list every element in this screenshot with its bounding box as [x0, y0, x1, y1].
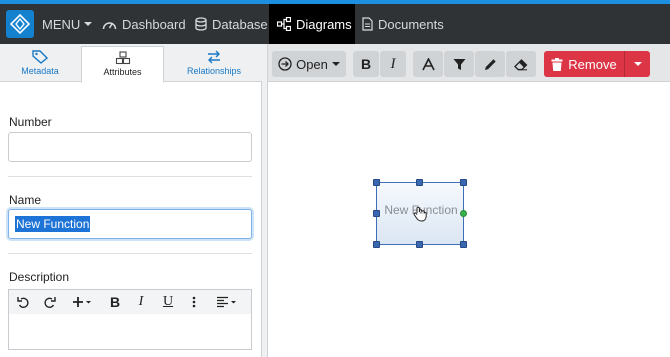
tab-label-attributes: Attributes: [103, 67, 142, 77]
diagram-node-function[interactable]: New Function: [376, 182, 464, 245]
rich-text-toolbar: B I U: [8, 289, 252, 315]
nav-label-database: Database: [212, 16, 268, 32]
chevron-down-icon: [331, 62, 340, 66]
resize-handle-se[interactable]: [460, 241, 467, 248]
tab-attributes[interactable]: Attributes: [81, 46, 164, 83]
eraser-button[interactable]: [506, 51, 536, 77]
tab-label-relationships: Relationships: [186, 66, 242, 76]
name-field[interactable]: New Function: [8, 209, 252, 239]
redo-button[interactable]: [39, 290, 59, 314]
exchange-icon: [208, 50, 220, 64]
vertical-ellipsis-icon: [192, 296, 196, 308]
tab-metadata[interactable]: Metadata: [0, 46, 80, 82]
cubes-icon: [115, 51, 130, 65]
resize-handle-n[interactable]: [416, 179, 423, 186]
remove-options-dropdown[interactable]: [624, 51, 650, 77]
trash-icon: [551, 57, 563, 71]
menu-label: MENU: [42, 16, 81, 32]
resize-handle-sw[interactable]: [373, 241, 380, 248]
diagram-icon: [277, 17, 291, 31]
app-window: MENU Dashboard Database Diagrams Documen…: [0, 0, 670, 357]
dashboard-icon: [102, 21, 117, 29]
more-options-button[interactable]: [185, 290, 203, 314]
logo-icon: [10, 14, 30, 34]
align-left-icon: [217, 296, 236, 308]
number-label: Number: [9, 115, 52, 129]
nav-label-dashboard: Dashboard: [122, 16, 186, 32]
tag-icon: [32, 50, 48, 64]
resize-handle-ne[interactable]: [460, 179, 467, 186]
italic-button[interactable]: I: [380, 51, 406, 77]
open-label: Open: [296, 56, 328, 72]
redo-icon: [43, 296, 56, 308]
app-logo[interactable]: [6, 10, 34, 38]
nav-label-documents: Documents: [378, 16, 444, 32]
top-navigation: MENU Dashboard Database Diagrams Documen…: [0, 0, 670, 44]
number-field[interactable]: [8, 132, 252, 162]
eraser-icon: [514, 58, 528, 70]
open-dropdown-button[interactable]: Open: [272, 51, 346, 77]
filter-icon: [453, 58, 465, 70]
insert-dropdown[interactable]: [67, 290, 97, 314]
database-icon: [195, 17, 207, 31]
divider: [8, 253, 252, 254]
resize-handle-nw[interactable]: [373, 179, 380, 186]
rte-underline-button[interactable]: U: [157, 290, 179, 314]
align-dropdown[interactable]: [211, 290, 243, 314]
font-icon: [421, 57, 435, 70]
font-button[interactable]: [413, 51, 443, 77]
nav-item-diagrams[interactable]: Diagrams: [269, 4, 355, 44]
panel-splitter[interactable]: [262, 44, 268, 357]
nav-item-database[interactable]: Database: [195, 4, 268, 44]
undo-icon: [16, 296, 29, 308]
properties-panel: Metadata Attributes Relationships Number: [0, 44, 262, 357]
remove-button[interactable]: Remove: [544, 51, 624, 77]
menu-button[interactable]: MENU: [42, 4, 93, 44]
pencil-button[interactable]: [475, 51, 505, 77]
name-label: Name: [9, 193, 42, 207]
resize-handle-s[interactable]: [416, 241, 423, 248]
chevron-down-icon: [633, 62, 642, 66]
tab-relationships[interactable]: Relationships: [170, 46, 258, 82]
description-editor[interactable]: [8, 314, 252, 350]
rte-italic-button[interactable]: I: [131, 290, 151, 314]
properties-tabs: Metadata Attributes Relationships: [0, 44, 262, 83]
hand-cursor-icon: [413, 206, 427, 222]
filter-button[interactable]: [444, 51, 474, 77]
resize-handle-w[interactable]: [373, 210, 380, 217]
nav-item-documents[interactable]: Documents: [362, 4, 444, 44]
diagram-toolbar: Open B I Remove: [268, 44, 670, 82]
plus-icon: [73, 297, 91, 307]
chevron-down-icon: [84, 22, 93, 26]
divider: [8, 176, 252, 177]
remove-label: Remove: [568, 56, 617, 72]
connection-handle[interactable]: [460, 210, 467, 217]
tab-label-metadata: Metadata: [21, 66, 59, 76]
diagram-canvas[interactable]: [270, 82, 670, 357]
description-label: Description: [9, 270, 70, 284]
nav-label-diagrams: Diagrams: [296, 16, 352, 32]
document-icon: [362, 17, 373, 31]
bold-button[interactable]: B: [353, 51, 379, 77]
rte-bold-button[interactable]: B: [105, 290, 125, 314]
undo-button[interactable]: [13, 290, 33, 314]
pencil-icon: [484, 58, 496, 70]
name-field-value: New Function: [15, 216, 91, 232]
circle-arrow-icon: [278, 57, 292, 71]
nav-item-dashboard[interactable]: Dashboard: [102, 4, 186, 44]
